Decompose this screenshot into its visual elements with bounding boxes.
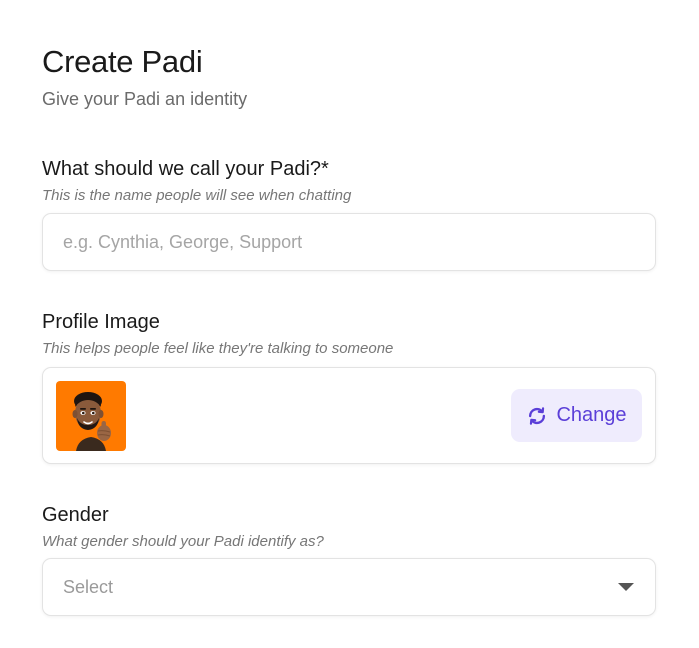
memoji-avatar-icon [72,392,111,451]
name-field-label: What should we call your Padi?* [42,158,329,180]
gender-select[interactable]: Select [42,558,656,616]
profile-image-help: This helps people feel like they're talk… [42,340,394,357]
page-subtitle: Give your Padi an identity [42,89,248,109]
caret-down-icon [618,583,634,591]
gender-label: Gender [42,504,109,526]
padi-name-input[interactable] [42,213,656,271]
gender-help: What gender should your Padi identify as… [42,533,324,550]
change-button-label: Change [556,404,627,426]
create-padi-form: Create Padi Give your Padi an identity W… [0,0,699,648]
profile-image-label: Profile Image [42,311,160,333]
name-field-help: This is the name people will see when ch… [42,187,352,204]
avatar [56,381,126,451]
change-image-button[interactable]: Change [511,389,642,442]
profile-image-box: Change [42,367,656,464]
gender-select-value: Select [63,576,114,597]
refresh-icon [529,406,546,425]
page-title: Create Padi [42,44,203,79]
